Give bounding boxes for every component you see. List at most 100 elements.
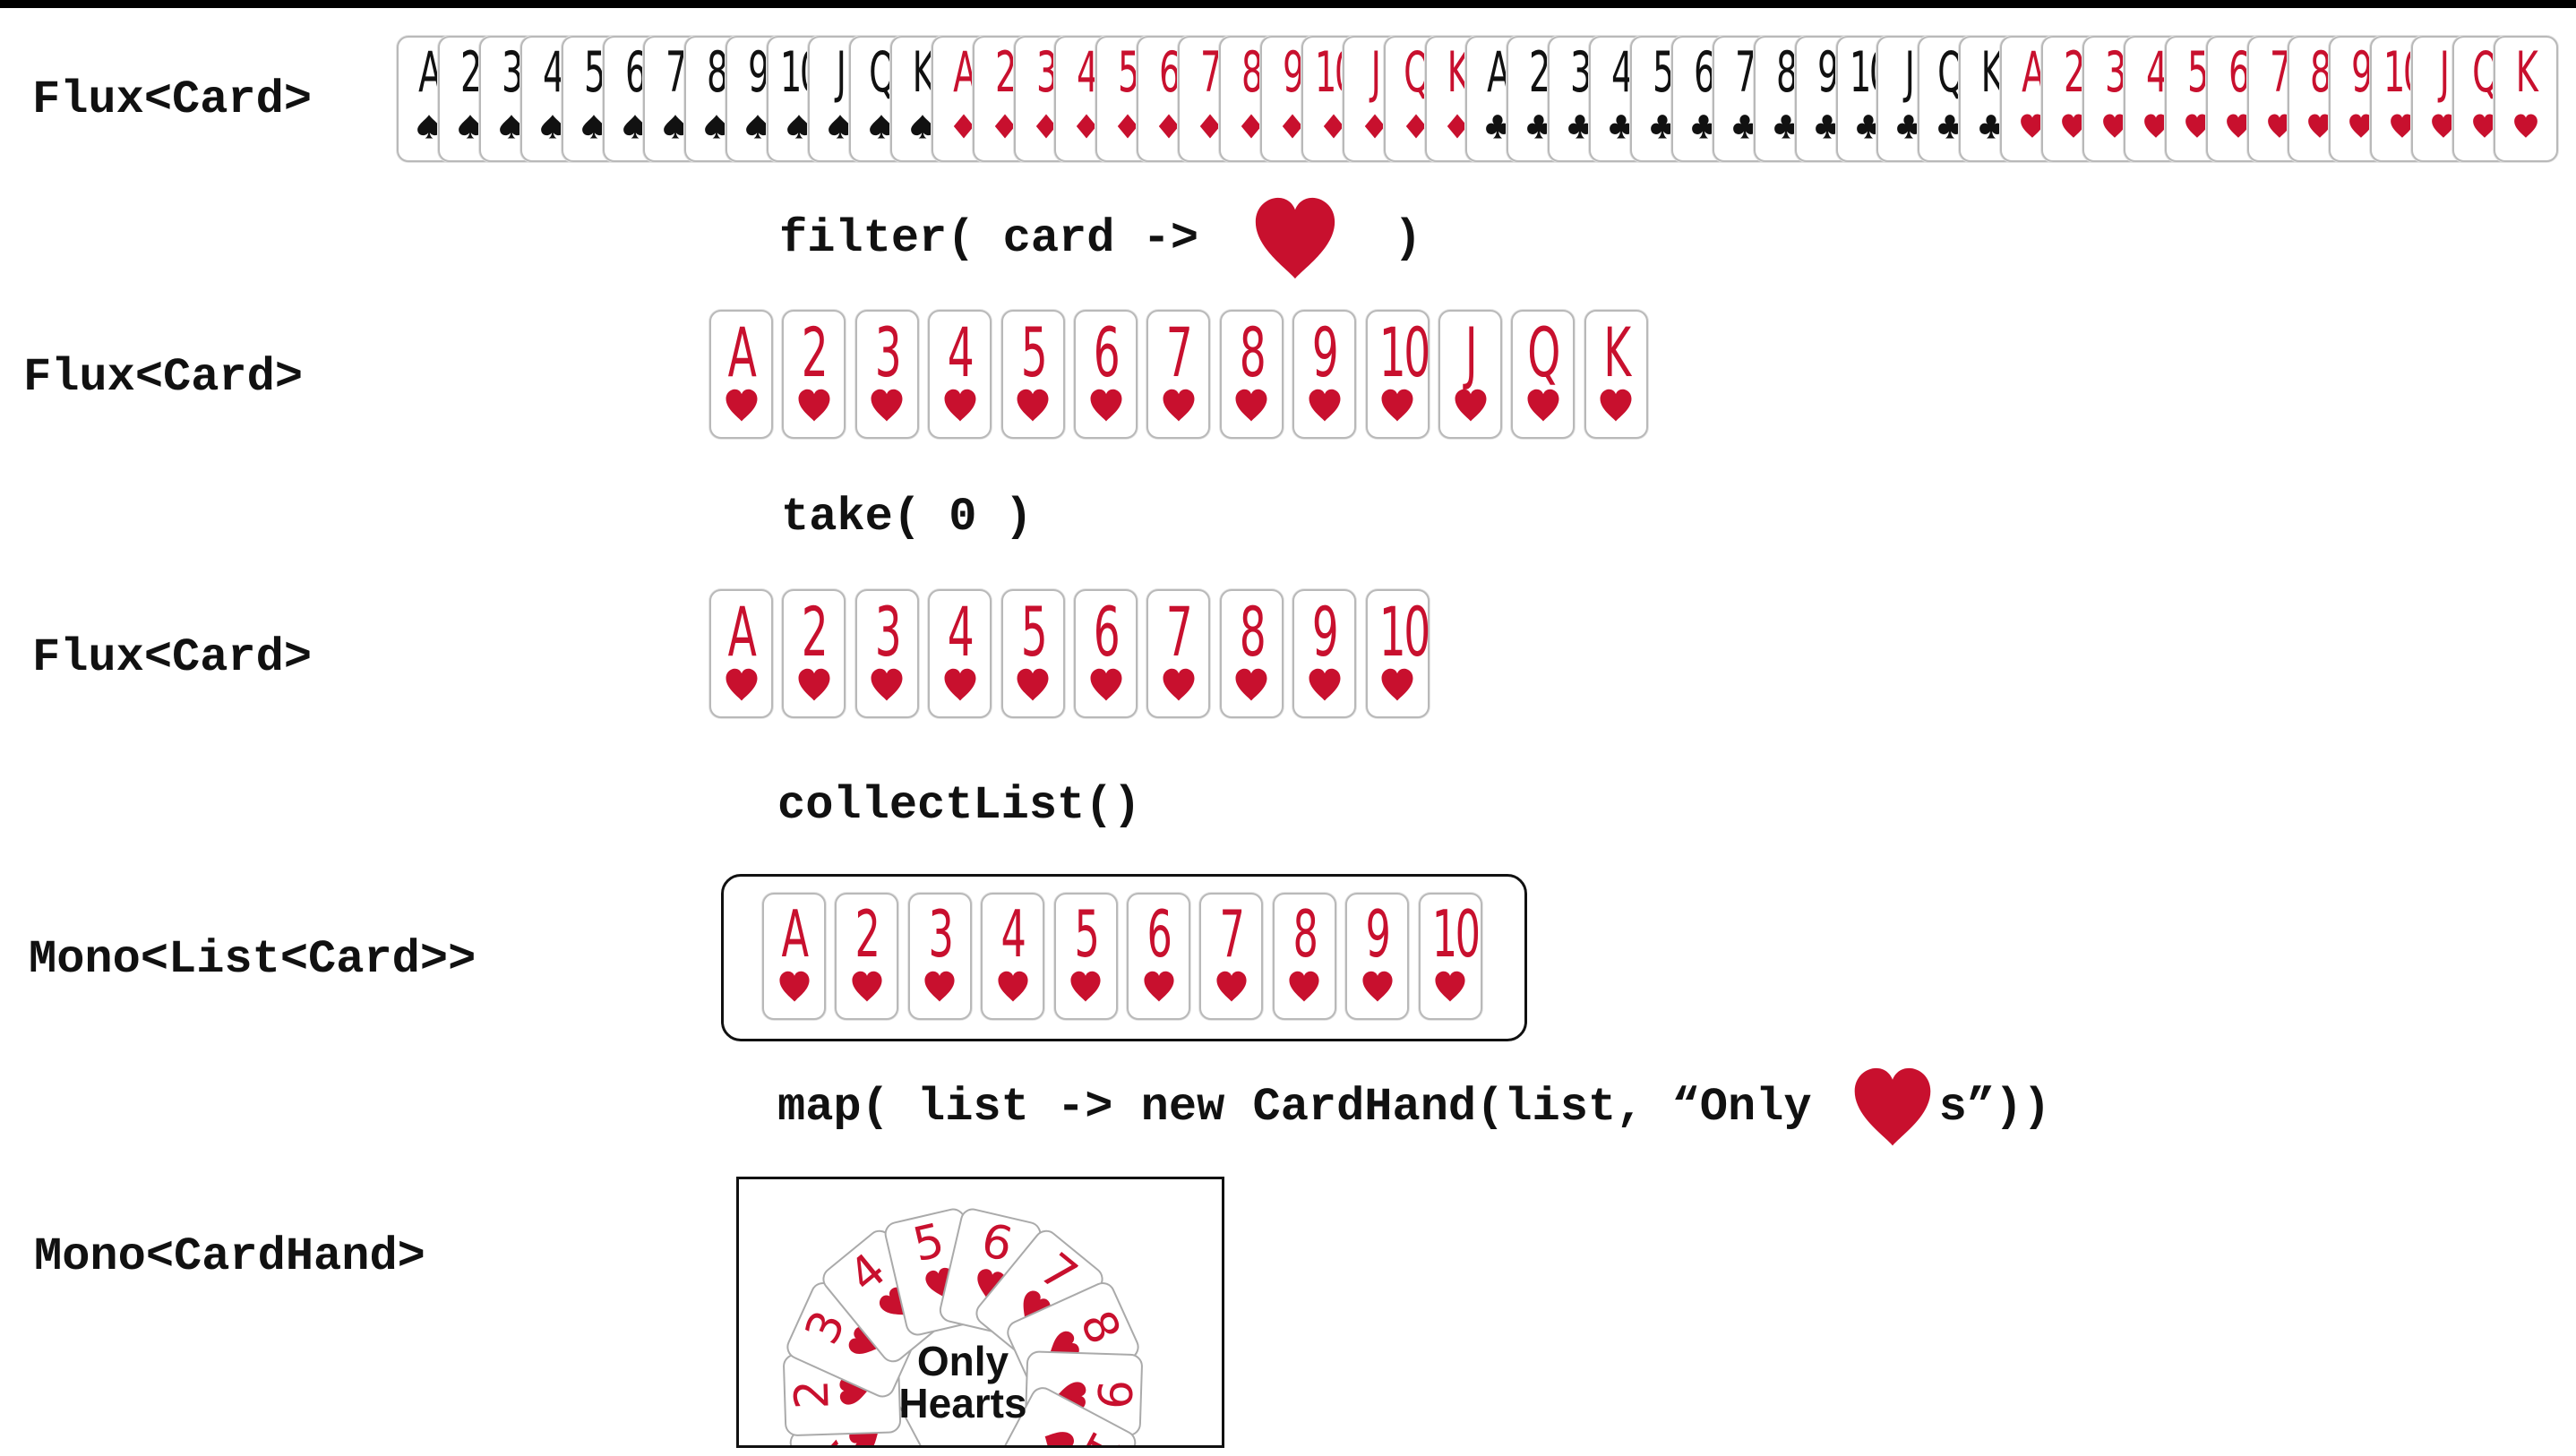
card-rank: K [1603,313,1631,393]
heart-icon [870,389,904,427]
card-rank: 10 [1378,313,1430,393]
flux-card-label-2: Flux<Card> [23,351,304,404]
card-rank: 7 [1166,592,1193,672]
heart-icon [2513,114,2538,143]
card-3-of-hearts: 3 [907,893,972,1020]
card-k-of-hearts: K [2494,36,2558,162]
card-8-of-hearts: 8 [1272,893,1336,1020]
card-rank: 2 [854,896,880,972]
card-5-of-hearts: 5 [1000,310,1065,439]
card-2-of-hearts: 2 [835,893,899,1020]
card-rank: J [1464,313,1478,393]
heart-icon [778,971,811,1007]
heart-icon [1380,389,1414,427]
card-rank: 8 [1292,896,1318,972]
card-rank: 10 [1378,592,1430,672]
heart-icon [1215,971,1248,1007]
card-rank: 8 [1239,592,1267,672]
card-rank: 5 [1074,896,1099,972]
card-rank: 7 [1166,313,1193,393]
card-6-of-hearts: 6 [1074,310,1138,439]
card-5-of-hearts: 5 [1053,893,1118,1020]
card-k-of-hearts: K [1584,310,1648,439]
card-rank: 6 [1093,592,1121,672]
card-10-of-hearts: 10 [1365,589,1430,718]
card-3-of-hearts: 3 [854,589,919,718]
heart-icon [797,389,831,427]
card-hand-box: A2345678910 Only Hearts [736,1177,1224,1448]
heart-icon [1252,195,1338,283]
card-rank: K [2515,39,2538,106]
hand-title-line1: Only [916,1338,1009,1384]
card-4-of-hearts: 4 [928,589,992,718]
card-rank: 3 [874,313,902,393]
card-7-of-hearts: 7 [1146,310,1211,439]
heart-icon [1454,389,1488,427]
card-rank: A [727,592,757,672]
heart-icon [1599,389,1633,427]
heart-icon [1434,971,1466,1007]
card-9-of-hearts: 9 [1345,893,1410,1020]
card-rank: 4 [1000,896,1026,972]
card-6-of-hearts: 6 [1127,893,1190,1020]
map-suffix: s”)) [1938,1081,2051,1134]
card-7-of-hearts: 7 [1199,893,1264,1020]
map-operator: map( list -> new CardHand(list, “Only s”… [777,1058,2050,1157]
heart-icon [1016,668,1050,707]
heart-icon [797,668,831,707]
card-5-of-hearts: 5 [1000,589,1065,718]
card-rank: 7 [1219,896,1245,972]
card-q-of-hearts: Q [1511,310,1576,439]
heart-icon [1380,668,1414,707]
card-rank: 4 [947,313,975,393]
card-rank: 9 [1365,896,1391,972]
collectlist-operator: collectList() [777,779,1141,832]
heart-icon [1308,389,1342,427]
hand-title-line2: Hearts [898,1379,1027,1426]
card-rank: 3 [874,592,902,672]
card-rank: 9 [1311,592,1339,672]
mono-list-card-label: Mono<List<Card>> [29,933,477,986]
heart-icon [1308,668,1342,707]
card-2-of-hearts: 2 [782,589,846,718]
heart-icon [725,668,759,707]
mono-cardhand-label: Mono<CardHand> [34,1230,425,1283]
card-a-of-hearts: A [709,310,773,439]
card-2-of-hearts: 2 [782,310,846,439]
card-rank: 4 [947,592,975,672]
card-rank: A [781,896,809,972]
card-rank: 2 [802,313,829,393]
map-prefix: map( list -> new CardHand(list, “Only [777,1081,1812,1134]
heart-icon [851,971,883,1007]
card-a-of-hearts: A [709,589,773,718]
heart-icon [1089,668,1123,707]
heart-icon [1162,389,1196,427]
heart-icon [1143,971,1175,1007]
card-6-of-hearts: 6 [1074,589,1138,718]
heart-icon [1361,971,1394,1007]
card-a-of-hearts: A [762,893,826,1020]
card-7-of-hearts: 7 [1146,589,1211,718]
flux-card-label-3: Flux<Card> [32,631,313,684]
top-border [0,0,2576,8]
card-10-of-hearts: 10 [1418,893,1482,1020]
heart-icon [1234,389,1268,427]
heart-icon [1288,971,1320,1007]
card-rank: 8 [1239,313,1267,393]
card-j-of-hearts: J [1438,310,1502,439]
card-rank: 2 [802,592,829,672]
heart-icon [1162,668,1196,707]
filter-suffix: ) [1394,212,1422,265]
heart-icon [997,971,1029,1007]
heart-icon [943,668,977,707]
heart-icon [1016,389,1050,427]
heart-icon [725,389,759,427]
card-rank: 9 [1311,313,1339,393]
card-rank: 10 [1431,896,1480,972]
heart-icon [923,971,956,1007]
card-10-of-hearts: 10 [1365,310,1430,439]
card-8-of-hearts: 8 [1219,589,1284,718]
heart-icon [943,389,977,427]
heart-icon [1069,971,1102,1007]
heart-icon [870,668,904,707]
